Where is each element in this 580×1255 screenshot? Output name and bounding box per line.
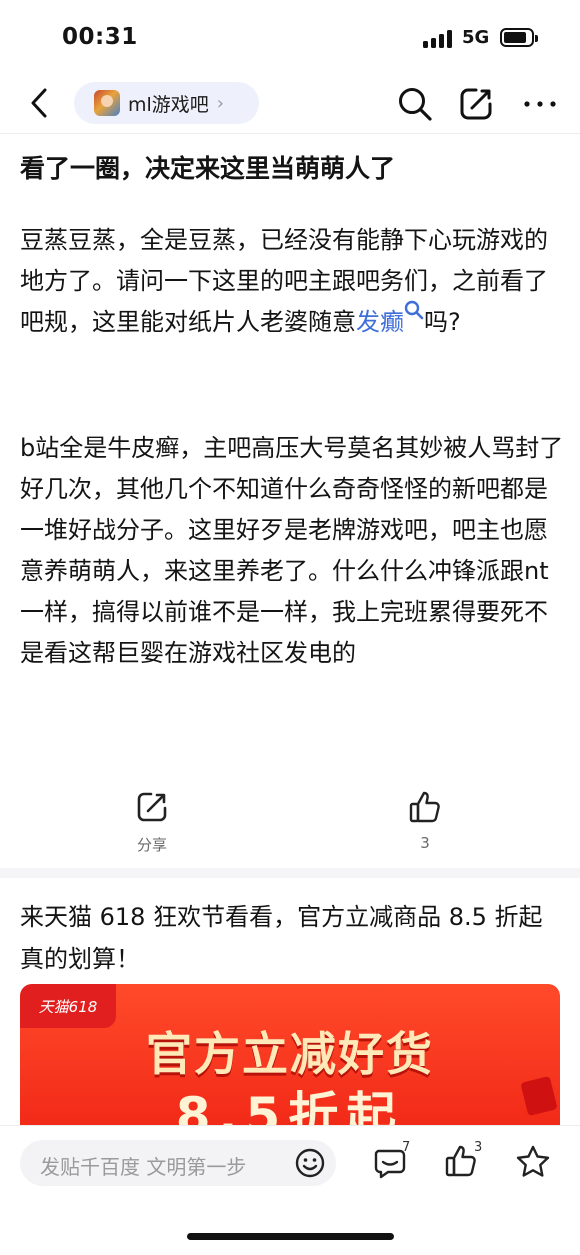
keyword-text: 发癫 [356, 308, 404, 336]
post-text: 豆蒸豆蒸，全是豆蒸，已经没有能静下心玩游戏的地方了。请问一下这里的吧主跟吧务们，… [20, 226, 548, 336]
comment-placeholder: 发贴千百度 文明第一步 [40, 1155, 247, 1179]
ad-text[interactable]: 来天猫 618 狂欢节看看，官方立减商品 8.5 折起真的划算！ [20, 896, 560, 980]
ad-headline: 官方立减好货 [146, 1027, 434, 1081]
back-button[interactable] [22, 84, 56, 122]
forum-link[interactable]: ml游戏吧 › [74, 82, 259, 124]
forum-name: ml游戏吧 [128, 93, 209, 116]
like-button[interactable]: 3 [385, 790, 465, 852]
section-divider [0, 868, 580, 878]
chevron-right-icon: › [216, 92, 224, 114]
keyword-link[interactable]: 发癫 [356, 300, 424, 336]
post-paragraph-2: b站全是牛皮癣，主吧高压大号莫名其妙被人骂封了好几次，其他几个不知道什么奇奇怪怪… [20, 434, 564, 667]
thumbs-up-icon [445, 1145, 476, 1177]
like-bottom-count: 3 [474, 1140, 483, 1155]
write-post-button[interactable] [456, 84, 496, 124]
search-icon [404, 300, 424, 320]
forum-avatar [94, 90, 120, 116]
share-button[interactable]: 分享 [112, 790, 192, 855]
network-type: 5G [462, 27, 490, 48]
signal-icon [423, 30, 455, 48]
chevron-left-icon [31, 88, 47, 118]
emoji-icon[interactable] [294, 1147, 326, 1179]
status-time: 00:31 [62, 24, 138, 50]
battery-icon [500, 28, 538, 47]
more-button[interactable] [520, 84, 560, 124]
more-icon [524, 101, 556, 107]
comment-count: 7 [402, 1140, 411, 1155]
status-bar: 00:31 5G [0, 0, 580, 72]
search-button[interactable] [395, 84, 435, 124]
like-count: 3 [420, 834, 430, 852]
share-label: 分享 [136, 836, 167, 854]
star-icon [516, 1145, 550, 1177]
top-nav-bar: ml游戏吧 › [0, 72, 580, 134]
post-text: 吗? [424, 308, 461, 336]
edit-icon [460, 88, 492, 120]
post-paragraph-1: 豆蒸豆蒸，全是豆蒸，已经没有能静下心玩游戏的地方了。请问一下这里的吧主跟吧务们，… [20, 220, 565, 343]
favorite-button[interactable] [515, 1144, 559, 1184]
comment-input[interactable]: 发贴千百度 文明第一步 [20, 1140, 336, 1186]
comments-button[interactable]: 7 [372, 1140, 416, 1184]
share-icon [137, 792, 167, 822]
search-icon [399, 88, 432, 121]
ad-subline: 8.5折起 [175, 1087, 405, 1126]
ad-banner[interactable]: 天猫618 官方立减好货 8.5折起 [20, 984, 560, 1126]
post-title: 看了一圈，决定来这里当萌萌人了 [20, 154, 396, 183]
thumbs-up-icon [409, 791, 440, 823]
like-bottom-button[interactable]: 3 [444, 1140, 488, 1184]
home-indicator[interactable] [187, 1233, 394, 1240]
